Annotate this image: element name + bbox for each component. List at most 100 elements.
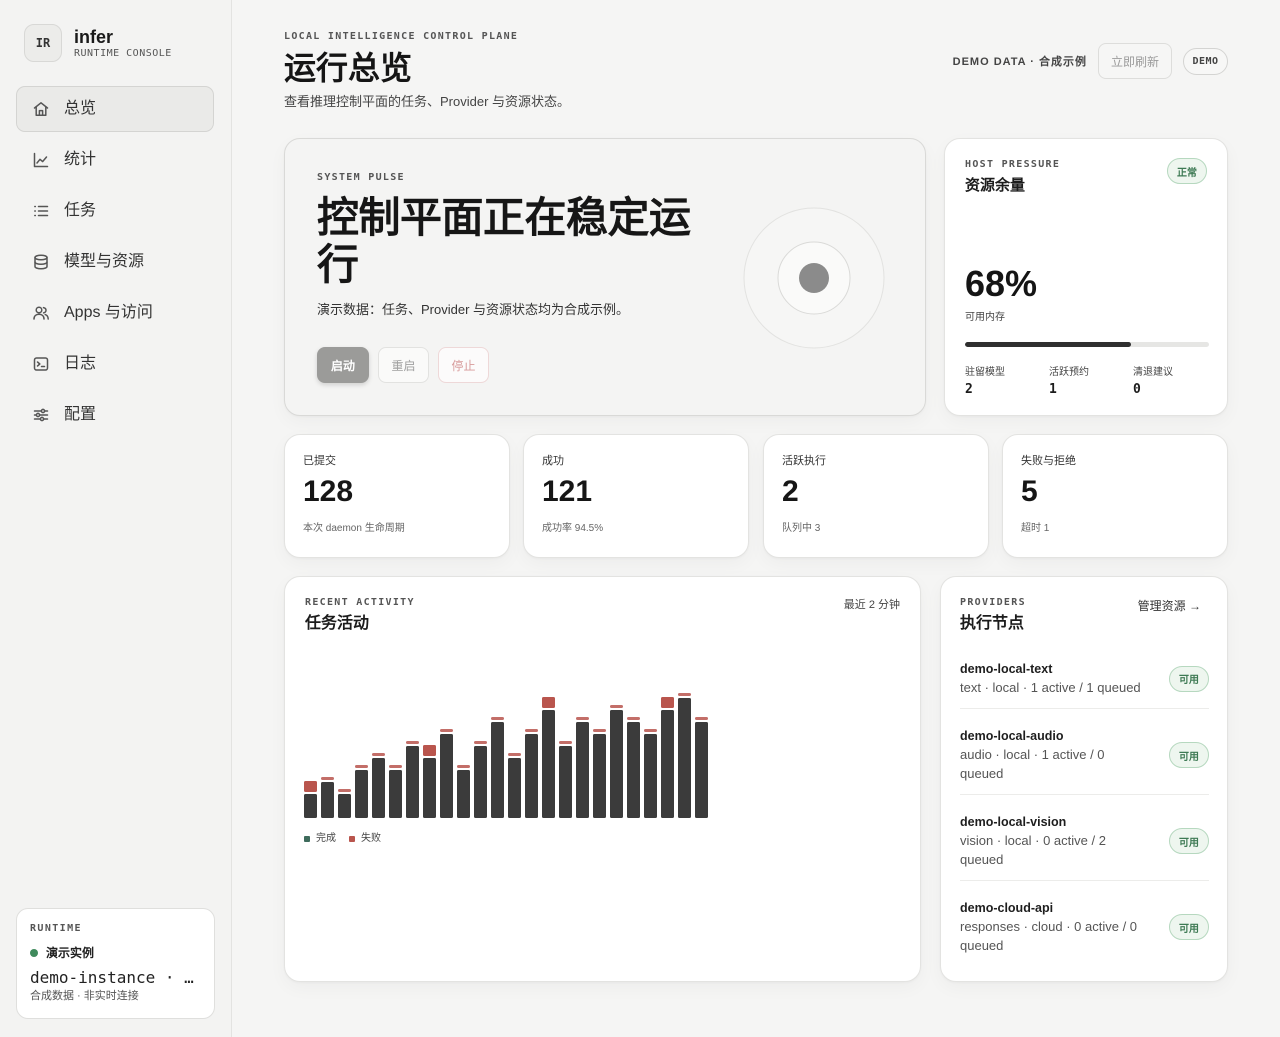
metric-label: 已提交 (303, 455, 336, 467)
provider-list: demo-local-text text · local · 1 active … (960, 660, 1209, 966)
demo-data-label: DEMO DATA · 合成示例 (952, 56, 1087, 68)
bar-completed (389, 770, 402, 818)
list-item: demo-local-audio audio · local · 1 activ… (960, 709, 1209, 795)
sidebar-item-tasks[interactable]: 任务 (16, 188, 214, 234)
bar-failed (542, 697, 555, 708)
bar-completed (576, 722, 589, 818)
app-logo: IR (24, 24, 62, 62)
page-title: 运行总览 (284, 50, 413, 86)
sidebar-item-config[interactable]: 配置 (16, 392, 214, 438)
metric-label: 失败与拒绝 (1021, 455, 1076, 467)
provider-info: demo-local-text text · local · 1 active … (960, 660, 1145, 697)
bar-completed (508, 758, 521, 818)
pulse-title: 控制平面正在稳定运行 (317, 194, 691, 288)
terminal-icon (32, 355, 50, 373)
bar-failed (525, 729, 538, 732)
status-badge: 正常 (1167, 158, 1207, 184)
stop-button[interactable]: 停止 (438, 347, 489, 383)
bar-completed (355, 770, 368, 818)
sidebar-item-label: 统计 (64, 151, 97, 168)
bar-completed (372, 758, 385, 818)
sidebar-item-apps[interactable]: Apps 与访问 (16, 290, 214, 336)
sliders-icon (32, 406, 50, 424)
status-badge: 可用 (1169, 828, 1209, 854)
bar-failed (321, 777, 334, 780)
providers-title: 执行节点 (960, 615, 1025, 632)
system-pulse-card: SYSTEM PULSE 控制平面正在稳定运行 演示数据：任务、Provider… (284, 138, 926, 416)
metric-card-active: 活跃执行 2 队列中 3 (763, 434, 989, 558)
bar-completed (525, 734, 538, 818)
app-name: infer (74, 27, 114, 47)
metric-note: 队列中 3 (782, 523, 821, 534)
host-stat-value: 1 (1049, 382, 1057, 397)
bar-completed (321, 782, 334, 818)
host-stat-value: 2 (965, 382, 973, 397)
bar-failed (338, 789, 351, 792)
start-button[interactable]: 启动 (317, 347, 369, 383)
bar-failed (627, 717, 640, 720)
provider-info: demo-cloud-api responses · cloud · 0 act… (960, 899, 1145, 955)
bar-failed (491, 717, 504, 720)
pulse-description: 演示数据：任务、Provider 与资源状态均为合成示例。 (317, 302, 630, 317)
sidebar-item-label: 日志 (64, 355, 97, 372)
bar-completed (491, 722, 504, 818)
manage-resources-link[interactable]: 管理资源 → (1138, 599, 1201, 613)
pulse-eyebrow: SYSTEM PULSE (317, 172, 405, 183)
bar-failed (610, 705, 623, 708)
bar-completed (627, 722, 640, 818)
provider-info: demo-local-vision vision · local · 0 act… (960, 813, 1145, 869)
sidebar-item-label: 模型与资源 (64, 253, 145, 270)
host-stat-label: 清退建议 (1133, 367, 1173, 378)
metric-value: 2 (782, 475, 799, 508)
page-subtitle: 查看推理控制平面的任务、Provider 与资源状态。 (284, 94, 571, 109)
bar-completed (474, 746, 487, 818)
runtime-status: 演示实例 (46, 946, 95, 960)
legend-swatch (304, 835, 310, 842)
bar-completed (423, 758, 436, 818)
metric-label: 成功 (542, 455, 564, 467)
pulse-actions: 启动 重启 停止 (317, 347, 489, 383)
bar-completed (661, 710, 674, 818)
runtime-eyebrow: RUNTIME (30, 923, 82, 934)
status-badge: 可用 (1169, 665, 1209, 692)
bar-completed (678, 698, 691, 818)
sidebar-item-models[interactable]: 模型与资源 (16, 239, 214, 285)
activity-bar-chart (304, 693, 708, 818)
app-root: IR infer RUNTIME CONSOLE 总览 统计 任务 模型与资源 (0, 0, 1280, 1037)
activity-eyebrow: RECENT ACTIVITY (305, 597, 415, 608)
bar-completed (457, 770, 470, 818)
bar-failed (576, 717, 589, 720)
provider-name: demo-local-vision (960, 815, 1067, 829)
bar-failed (593, 729, 606, 732)
bar-failed (406, 741, 419, 744)
app-subtitle: RUNTIME CONSOLE (74, 48, 172, 59)
sidebar-item-logs[interactable]: 日志 (16, 341, 214, 387)
provider-name: demo-cloud-api (960, 901, 1054, 915)
home-icon (32, 100, 50, 118)
bar-completed (559, 746, 572, 818)
list-icon (32, 202, 50, 220)
bar-failed (457, 765, 470, 768)
chart-line-icon (32, 151, 50, 169)
legend-swatch (349, 835, 355, 842)
restart-button[interactable]: 重启 (378, 347, 429, 383)
bar-failed (304, 781, 317, 792)
sidebar-item-label: 总览 (64, 100, 97, 117)
sidebar-item-stats[interactable]: 统计 (16, 137, 214, 183)
sidebar-item-label: 配置 (64, 406, 97, 423)
metric-note: 超时 1 (1021, 523, 1050, 534)
memory-progress-fill (965, 342, 1131, 347)
list-item: demo-cloud-api responses · cloud · 0 act… (960, 881, 1209, 966)
header-actions: DEMO DATA · 合成示例 立即刷新 DEMO (953, 43, 1228, 79)
metric-card-succeeded: 成功 121 成功率 94.5% (523, 434, 749, 558)
bar-completed (406, 746, 419, 818)
sidebar-item-overview[interactable]: 总览 (16, 86, 214, 132)
sidebar-item-label: 任务 (64, 202, 97, 219)
metric-note: 本次 daemon 生命周期 (303, 523, 405, 534)
list-item: demo-local-vision vision · local · 0 act… (960, 795, 1209, 881)
refresh-button[interactable]: 立即刷新 (1098, 43, 1172, 79)
pulse-core (799, 263, 829, 293)
metric-label: 活跃执行 (782, 455, 826, 467)
recent-activity-card: RECENT ACTIVITY 任务活动 最近 2 分钟 完成 失败 (284, 576, 921, 982)
host-title: 资源余量 (965, 177, 1026, 194)
